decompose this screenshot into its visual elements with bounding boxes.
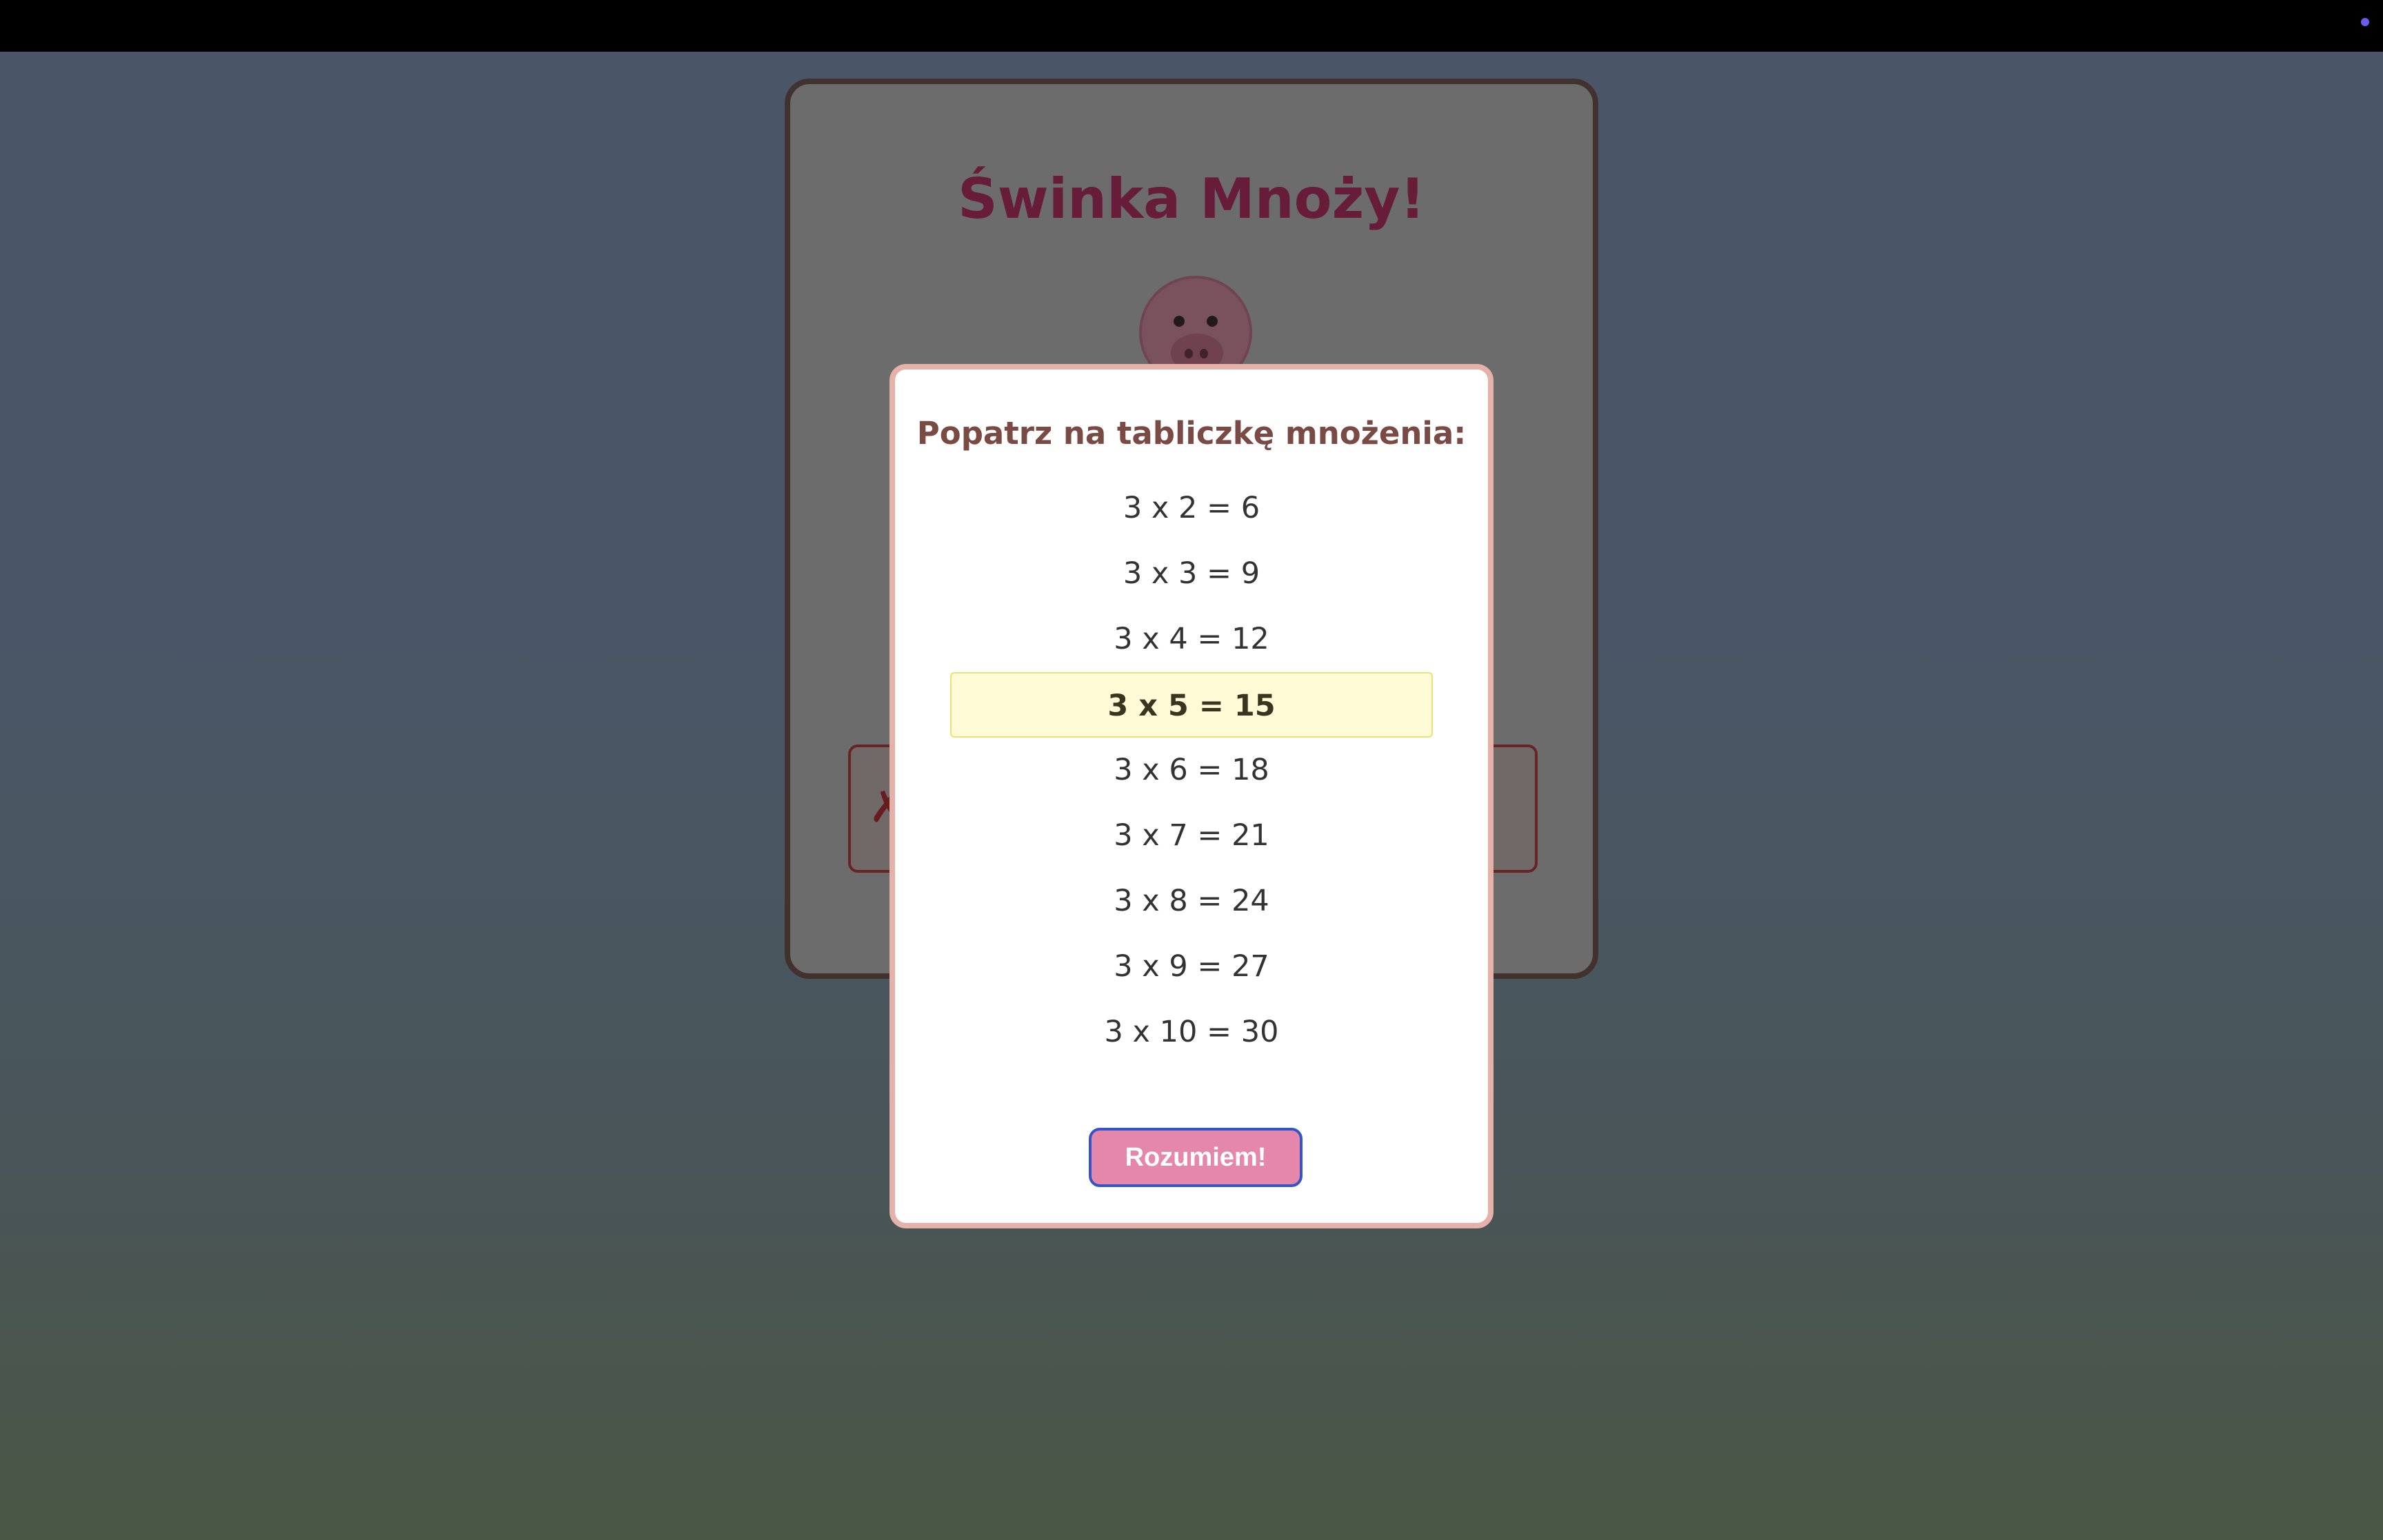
table-row: 3 x 3 = 9 <box>1123 556 1260 591</box>
status-indicator-icon <box>2361 18 2369 26</box>
modal-title: Popatrz na tabliczkę mnożenia: <box>916 415 1467 452</box>
table-row: 3 x 8 = 24 <box>1114 884 1269 918</box>
table-row: 3 x 10 = 30 <box>1104 1015 1279 1049</box>
multiplication-table: 3 x 2 = 6 3 x 3 = 9 3 x 4 = 12 3 x 5 = 1… <box>950 476 1433 1065</box>
table-row: 3 x 4 = 12 <box>1114 622 1269 656</box>
table-row-highlighted: 3 x 5 = 15 <box>950 672 1433 738</box>
table-row: 3 x 2 = 6 <box>1123 491 1260 525</box>
confirm-button[interactable]: Rozumiem! <box>1089 1128 1303 1187</box>
table-row: 3 x 7 = 21 <box>1114 818 1269 853</box>
top-bar <box>0 0 2383 52</box>
multiplication-table-modal: Popatrz na tabliczkę mnożenia: 3 x 2 = 6… <box>889 364 1494 1228</box>
table-row: 3 x 9 = 27 <box>1114 949 1269 984</box>
table-row: 3 x 6 = 18 <box>1114 753 1269 787</box>
